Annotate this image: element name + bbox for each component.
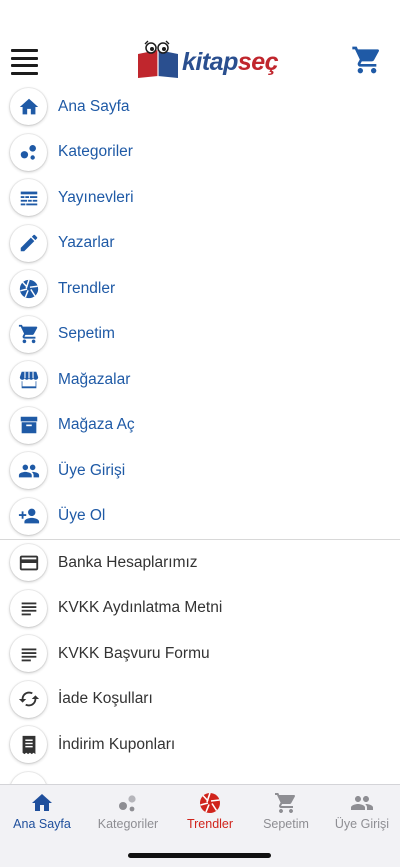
menu-item-yazarlar[interactable]: Yazarlar	[0, 221, 400, 267]
menu-item-uye-ol[interactable]: Üye Ol	[0, 494, 400, 540]
cart-icon	[10, 315, 47, 353]
categories-icon	[119, 795, 136, 812]
refresh-icon	[10, 680, 47, 718]
menu-item-label: Ana Sayfa	[58, 97, 130, 115]
menu-item-label: Üye Ol	[58, 507, 106, 525]
menu-item-label: Mağaza Aç	[58, 416, 135, 434]
menu-item-trendler[interactable]: Trendler	[0, 266, 400, 312]
menu-item-indirim-kuponlari[interactable]: İndirim Kuponları	[0, 722, 400, 768]
tab-uye-girisi[interactable]: Üye Girişi	[322, 791, 400, 831]
tab-label: Ana Sayfa	[13, 817, 71, 831]
menu-item-label: KVKK Başvuru Formu	[58, 644, 210, 662]
menu-item-label: Banka Hesaplarımız	[58, 553, 198, 571]
menu-item-magazalar[interactable]: Mağazalar	[0, 357, 400, 403]
logo-wordmark: kitapseç	[182, 48, 279, 76]
person-add-icon	[10, 497, 47, 535]
archive-icon	[10, 406, 47, 444]
menu-item-kvkk-aydinlatma[interactable]: KVKK Aydınlatma Metni	[0, 586, 400, 632]
menu-item-uye-girisi[interactable]: Üye Girişi	[0, 448, 400, 494]
tab-kategoriler[interactable]: Kategoriler	[88, 791, 168, 831]
menu-item-magaza-ac[interactable]: Mağaza Aç	[0, 403, 400, 449]
menu-item-label: Sepetim	[58, 325, 115, 343]
cart-icon	[275, 793, 296, 813]
menu-item-sepetim[interactable]: Sepetim	[0, 312, 400, 358]
menu-item-label: Mağazalar	[58, 370, 131, 388]
menu-item-ana-sayfa[interactable]: Ana Sayfa	[0, 84, 400, 130]
home-icon	[10, 88, 47, 126]
tab-trendler[interactable]: Trendler	[170, 791, 250, 831]
menu-item-label: KVKK Aydınlatma Metni	[58, 599, 223, 617]
home-icon	[32, 794, 52, 811]
tab-label: Trendler	[186, 817, 234, 831]
tab-label: Kategoriler	[97, 817, 159, 831]
cart-icon[interactable]	[350, 44, 384, 76]
menu-item-kategoriler[interactable]: Kategoriler	[0, 130, 400, 176]
menu-item-label: Yazarlar	[58, 234, 115, 252]
publishers-icon	[10, 179, 47, 217]
menu-item-banka-hesaplarimiz[interactable]: Banka Hesaplarımız	[0, 540, 400, 586]
users-icon	[10, 452, 47, 490]
home-indicator[interactable]	[128, 853, 271, 858]
users-icon	[351, 796, 373, 810]
hamburger-menu-icon[interactable]	[11, 49, 38, 75]
tab-label: Sepetim	[263, 817, 309, 831]
menu-item-label: İade Koşulları	[58, 690, 153, 708]
aperture-icon	[10, 270, 47, 308]
app-header: kitapseç	[0, 0, 400, 88]
text-lines-icon	[10, 635, 47, 673]
menu-item-label: Üye Girişi	[58, 461, 126, 479]
side-menu: Ana Sayfa Kategoriler Yayınevleri Yazarl…	[0, 84, 400, 813]
menu-item-label: Kategoriler	[58, 143, 133, 161]
aperture-icon	[200, 792, 220, 813]
credit-card-icon	[10, 544, 47, 582]
pencil-icon	[10, 224, 47, 262]
menu-item-label: Yayınevleri	[58, 188, 134, 206]
text-lines-icon	[10, 589, 47, 627]
tab-ana-sayfa[interactable]: Ana Sayfa	[2, 791, 82, 831]
tab-label: Üye Girişi	[334, 817, 390, 831]
coupon-icon	[10, 726, 47, 764]
menu-item-label: Trendler	[58, 279, 116, 297]
menu-item-yayinevleri[interactable]: Yayınevleri	[0, 175, 400, 221]
menu-item-iade-kosullari[interactable]: İade Koşulları	[0, 677, 400, 723]
tab-sepetim[interactable]: Sepetim	[246, 791, 326, 831]
kitapsec-logo[interactable]: kitapseç	[134, 40, 279, 82]
menu-item-label: İndirim Kuponları	[58, 735, 176, 753]
menu-item-kvkk-basvuru[interactable]: KVKK Başvuru Formu	[0, 631, 400, 677]
categories-icon	[10, 133, 47, 171]
store-icon	[10, 361, 47, 399]
